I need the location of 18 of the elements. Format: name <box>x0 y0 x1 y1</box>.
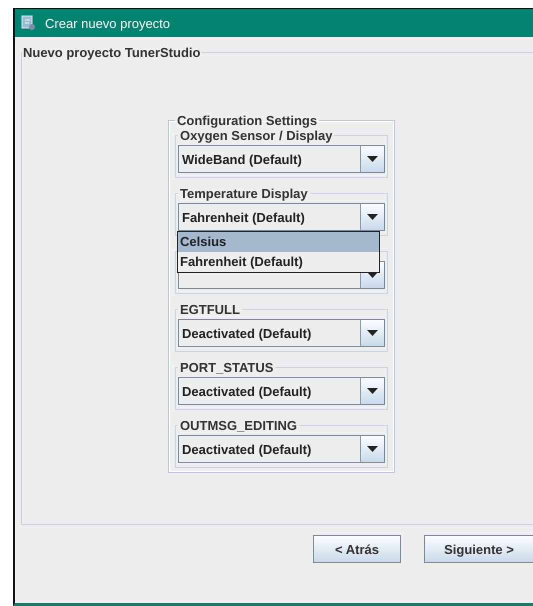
window-title: Crear nuevo proyecto <box>45 16 170 30</box>
panel-title: Nuevo proyecto TunerStudio <box>22 45 202 60</box>
app-icon <box>21 15 37 31</box>
dropdown-option[interactable]: Fahrenheit (Default) <box>178 252 379 272</box>
setting-label: Temperature Display <box>180 186 308 201</box>
settings-title: Configuration Settings <box>176 113 318 128</box>
setting-label: OUTMSG_EDITING <box>180 418 298 433</box>
dropdown[interactable]: Deactivated (Default) <box>178 319 385 347</box>
dropdown[interactable]: WideBand (Default) <box>178 145 385 173</box>
dropdown-option[interactable]: Celsius <box>178 232 379 252</box>
next-button[interactable]: Siguiente > <box>424 535 533 563</box>
back-button[interactable]: < Atrás <box>313 535 401 563</box>
dropdown[interactable]: Deactivated (Default) <box>178 377 385 405</box>
setting-label: PORT_STATUS <box>180 360 274 375</box>
setting-label: Oxygen Sensor / Display <box>180 128 332 143</box>
dropdown[interactable]: Deactivated (Default) <box>178 435 385 463</box>
setting-label: EGTFULL <box>180 302 240 317</box>
dropdown[interactable]: Fahrenheit (Default) <box>178 203 385 231</box>
